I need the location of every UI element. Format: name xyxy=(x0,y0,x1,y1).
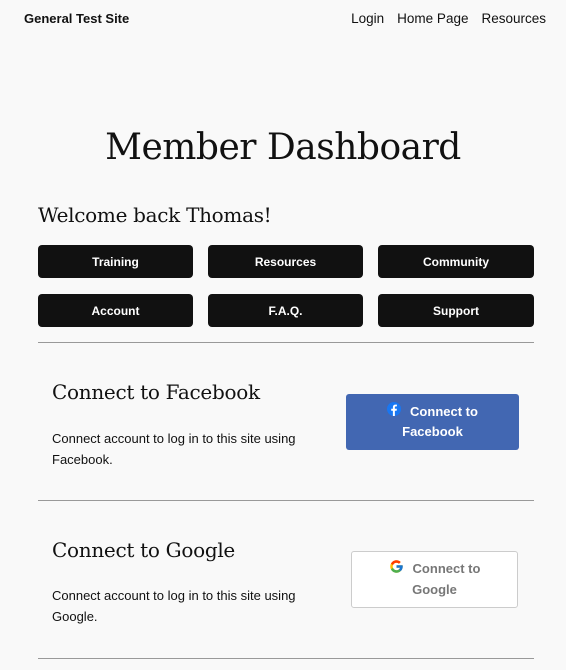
page-title: Member Dashboard xyxy=(105,127,461,168)
connect-facebook-button[interactable]: Connect to Facebook xyxy=(346,394,519,450)
site-header: General Test Site Login Home Page Resour… xyxy=(0,0,566,40)
support-button[interactable]: Support xyxy=(378,294,534,327)
welcome-message: Welcome back Thomas! xyxy=(38,203,272,227)
nav-home-page[interactable]: Home Page xyxy=(397,11,468,26)
site-title[interactable]: General Test Site xyxy=(24,11,129,26)
google-button-label-line2: Google xyxy=(412,582,457,598)
community-button[interactable]: Community xyxy=(378,245,534,278)
faq-button[interactable]: F.A.Q. xyxy=(208,294,363,327)
facebook-button-label-line1: Connect to xyxy=(410,403,478,419)
google-icon xyxy=(389,559,404,580)
facebook-button-label-line2: Facebook xyxy=(402,424,463,440)
training-button[interactable]: Training xyxy=(38,245,193,278)
facebook-icon xyxy=(387,402,402,422)
google-section-description: Connect account to log in to this site u… xyxy=(52,588,296,624)
divider xyxy=(38,342,534,343)
connect-google-button[interactable]: Connect to Google xyxy=(351,551,518,608)
divider xyxy=(38,500,534,501)
divider xyxy=(38,658,534,659)
nav-login[interactable]: Login xyxy=(351,11,384,26)
nav-resources[interactable]: Resources xyxy=(481,11,546,26)
resources-button[interactable]: Resources xyxy=(208,245,363,278)
facebook-section-description: Connect account to log in to this site u… xyxy=(52,431,296,467)
google-button-label-line1: Connect to xyxy=(412,560,481,576)
account-button[interactable]: Account xyxy=(38,294,193,327)
google-section-title: Connect to Google xyxy=(52,538,235,562)
dashboard-button-grid: Training Resources Community Account F.A… xyxy=(38,245,534,327)
main-nav: Login Home Page Resources xyxy=(351,11,546,26)
facebook-section-title: Connect to Facebook xyxy=(52,380,260,404)
